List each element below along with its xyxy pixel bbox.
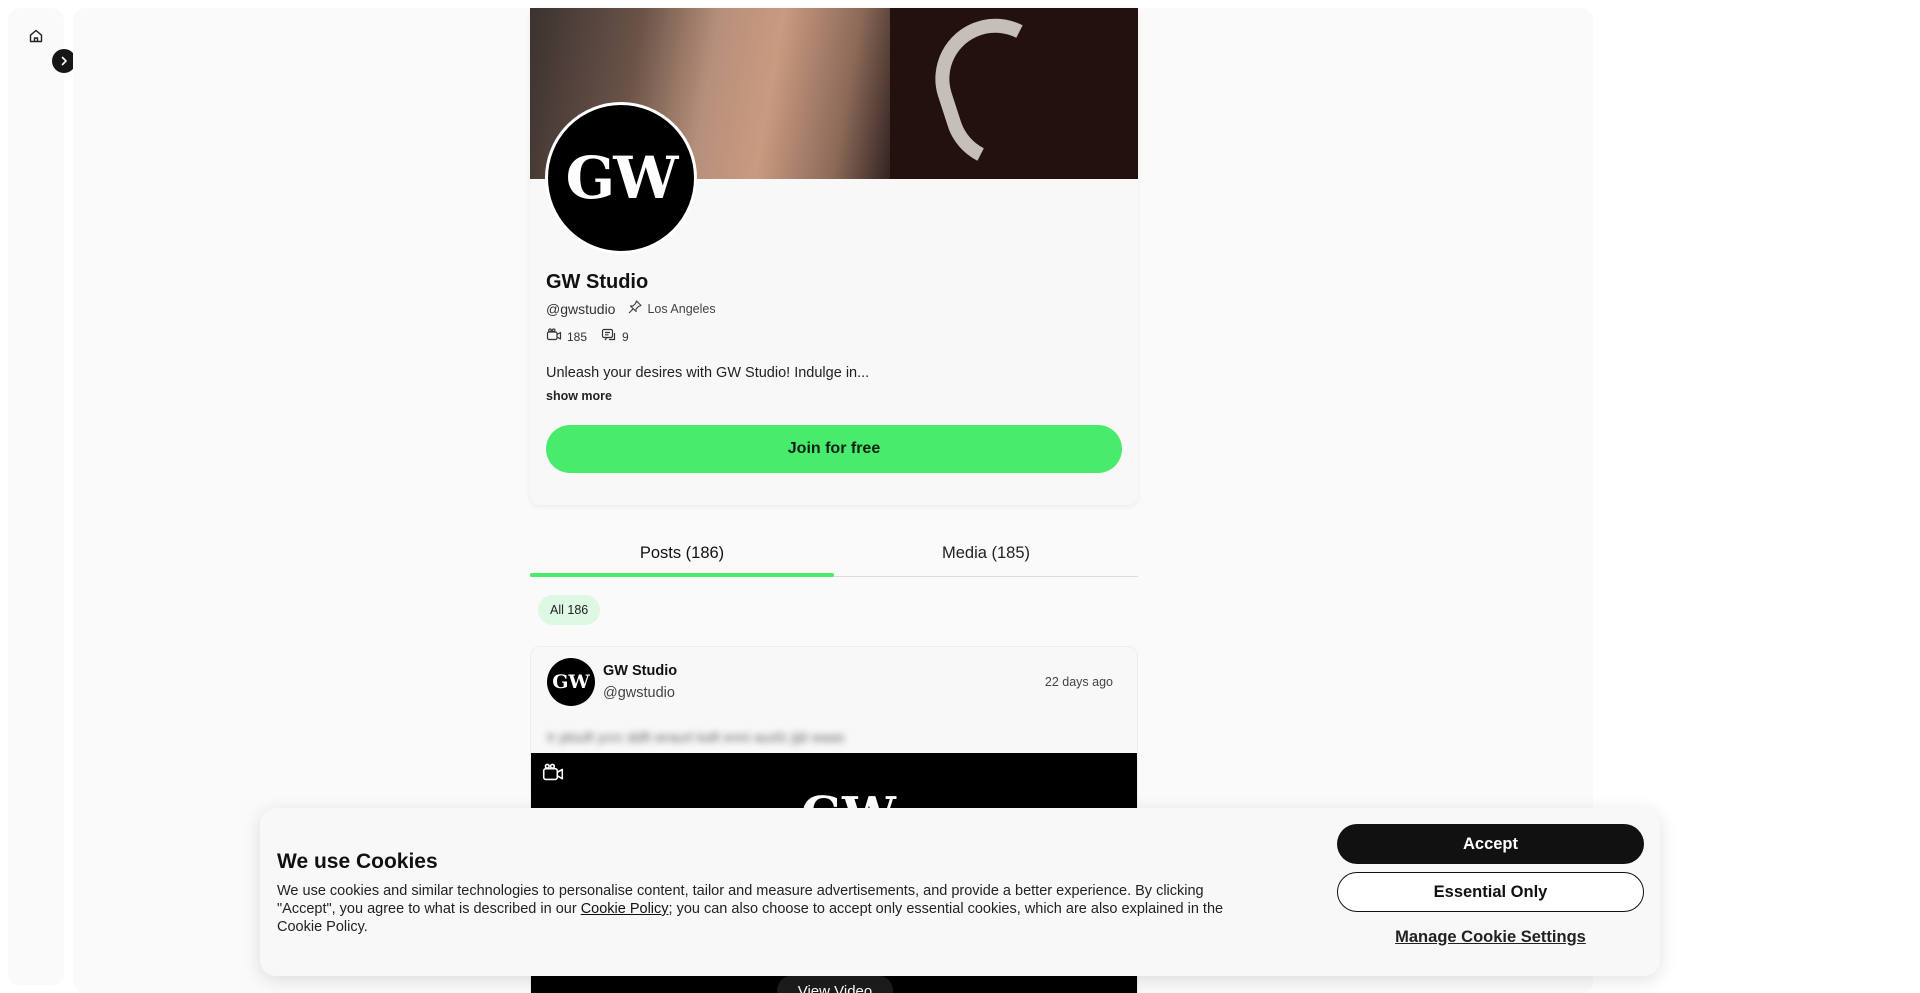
filter-chip-all[interactable]: All 186 bbox=[538, 595, 601, 625]
posts-count-value: 9 bbox=[622, 329, 629, 344]
post-header: GW GW Studio @gwstudio 22 days ago bbox=[531, 647, 1137, 709]
post-author-avatar[interactable]: GW bbox=[547, 658, 595, 706]
pin-icon bbox=[627, 299, 643, 318]
post-blurred-text: Ir plouft ycrc ddft wraurt kaft enni aus… bbox=[547, 729, 845, 745]
tab-media[interactable]: Media (185) bbox=[834, 530, 1138, 576]
media-count-value: 185 bbox=[567, 329, 588, 344]
profile-avatar[interactable]: GW bbox=[545, 102, 697, 254]
cookie-banner: We use Cookies We use cookies and simila… bbox=[260, 808, 1660, 976]
left-sidebar bbox=[8, 8, 64, 985]
profile-bio: Unleash your desires with GW Studio! Ind… bbox=[546, 365, 870, 381]
join-for-free-button[interactable]: Join for free bbox=[546, 425, 1122, 473]
post-timestamp: 22 days ago bbox=[1044, 675, 1113, 689]
cookie-policy-link[interactable]: Cookie Policy bbox=[581, 901, 669, 917]
content-tabs: Posts (186) Media (185) bbox=[530, 530, 1138, 577]
home-icon[interactable] bbox=[24, 24, 48, 48]
post-avatar-logo-text: GW bbox=[552, 671, 590, 693]
video-icon bbox=[541, 763, 565, 788]
cookie-description: We use cookies and similar technologies … bbox=[277, 882, 1237, 936]
profile-card: GW GW Studio @gwstudio Los Angeles 185 9… bbox=[530, 8, 1138, 505]
post-author-name[interactable]: GW Studio bbox=[603, 663, 677, 679]
avatar-logo-text: GW bbox=[565, 144, 679, 212]
handle-row: @gwstudio Los Angeles bbox=[546, 299, 1122, 318]
stats-row: 185 9 bbox=[546, 328, 1122, 345]
posts-count: 9 bbox=[601, 328, 629, 345]
posts-icon bbox=[601, 328, 617, 345]
media-count: 185 bbox=[546, 328, 587, 345]
cookie-title: We use Cookies bbox=[277, 850, 438, 873]
post-author-handle: @gwstudio bbox=[603, 685, 675, 701]
location: Los Angeles bbox=[627, 299, 716, 318]
view-video-button[interactable]: View Video bbox=[777, 975, 893, 993]
tab-posts[interactable]: Posts (186) bbox=[530, 530, 834, 577]
profile-handle: @gwstudio bbox=[546, 300, 616, 317]
video-icon bbox=[546, 328, 562, 345]
show-more-link[interactable]: show more bbox=[546, 389, 1122, 403]
accept-cookies-button[interactable]: Accept bbox=[1337, 824, 1644, 864]
filter-row: All 186 bbox=[530, 577, 1138, 633]
location-label: Los Angeles bbox=[647, 301, 716, 316]
essential-only-button[interactable]: Essential Only bbox=[1337, 872, 1644, 912]
post-author: GW Studio @gwstudio bbox=[603, 663, 677, 701]
manage-cookie-settings-link[interactable]: Manage Cookie Settings bbox=[1337, 928, 1644, 947]
profile-display-name: GW Studio bbox=[546, 271, 649, 293]
